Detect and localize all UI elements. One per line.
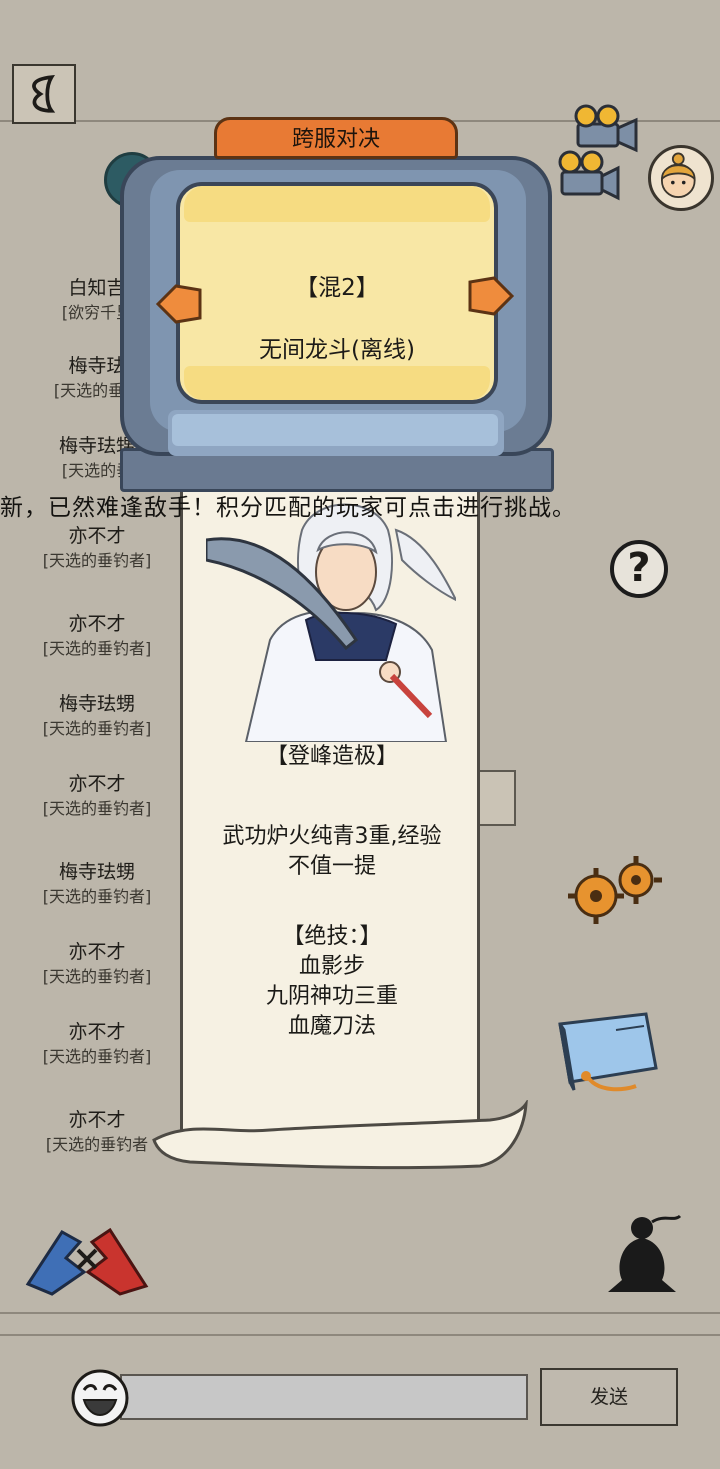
player-name: 亦不才: [68, 941, 126, 963]
emoji-icon[interactable]: [70, 1368, 130, 1428]
gear-icon[interactable]: [566, 852, 666, 928]
player-title: [天选的垂钓者: [45, 1135, 149, 1154]
list-item[interactable]: 亦不才 [天选的垂钓者]: [26, 612, 168, 660]
next-mode-button[interactable]: [466, 274, 516, 318]
skill-item: 血影步: [298, 954, 365, 979]
fight-icon[interactable]: [22, 1212, 152, 1298]
player-name: 亦不才: [68, 773, 126, 795]
scroll-roll: [150, 1098, 528, 1172]
player-title: [天选的垂钓者]: [42, 887, 152, 906]
avatar-icon[interactable]: [648, 145, 714, 211]
screen-band: [184, 186, 490, 222]
player-name: 亦不才: [68, 525, 126, 547]
mode-label: 无间龙斗(离线): [259, 337, 415, 363]
player-title: [天选的垂钓者]: [42, 639, 152, 658]
player-title: [天选的垂钓者]: [42, 967, 152, 986]
announcement-marquee: 新，已然难逢敌手！积分匹配的玩家可点击进行挑战。: [0, 495, 576, 521]
player-name: 梅寺珐甥: [58, 861, 135, 883]
camera-icon[interactable]: [556, 100, 642, 210]
bottom-divider: [0, 1334, 720, 1336]
skill-item: 血魔刀法: [287, 1014, 376, 1039]
player-title: [天选的垂钓者]: [42, 1047, 152, 1066]
list-item[interactable]: 梅寺珐甥 [天选的垂钓者]: [26, 692, 168, 740]
player-name: 亦不才: [68, 613, 126, 635]
skills-header: 【绝技：】: [282, 924, 382, 949]
send-button[interactable]: 发送: [540, 1368, 678, 1426]
back-button[interactable]: [12, 64, 76, 124]
skill-desc-line1: 武功炉火纯青3重,经验: [222, 824, 442, 849]
help-icon: ?: [627, 545, 651, 591]
skill-desc-line2: 不值一提: [287, 854, 376, 879]
page-title: 跨服对决: [291, 127, 380, 152]
list-item[interactable]: 梅寺珐甥 [天选的垂钓者]: [26, 860, 168, 908]
player-title: [天选的垂钓者]: [42, 719, 152, 738]
list-item[interactable]: 亦不才 [天选的垂钓者]: [26, 1020, 168, 1068]
bottom-divider: [0, 1312, 720, 1314]
character-portrait: [204, 490, 459, 743]
server-label: 【混2】: [295, 275, 379, 301]
player-title: [天选的垂钓者]: [42, 551, 152, 570]
player-name: 梅寺珐甥: [58, 693, 135, 715]
book-icon[interactable]: [556, 1010, 662, 1100]
list-item[interactable]: 亦不才 [天选的垂钓者]: [26, 524, 168, 572]
list-item[interactable]: 亦不才 [天选的垂钓者]: [26, 772, 168, 820]
tv-strip: [172, 414, 498, 446]
screen-band: [184, 366, 490, 400]
player-name: 亦不才: [68, 1109, 126, 1131]
arrow-right-icon: [468, 276, 515, 316]
player-name: 亦不才: [68, 1021, 126, 1043]
rank-label: 【登峰造极】: [265, 744, 398, 769]
player-title: [天选的垂钓者]: [42, 799, 152, 818]
back-arrow-icon: [32, 74, 56, 113]
chat-input[interactable]: [120, 1374, 528, 1420]
arrow-left-icon: [155, 284, 202, 324]
prev-mode-button[interactable]: [154, 282, 204, 326]
list-item[interactable]: 亦不才 [天选的垂钓者]: [26, 940, 168, 988]
meditate-icon[interactable]: [600, 1212, 684, 1300]
help-button[interactable]: ?: [610, 540, 668, 598]
list-item[interactable]: 亦不才 [天选的垂钓者: [26, 1108, 168, 1156]
skill-item: 九阴神功三重: [265, 984, 398, 1009]
